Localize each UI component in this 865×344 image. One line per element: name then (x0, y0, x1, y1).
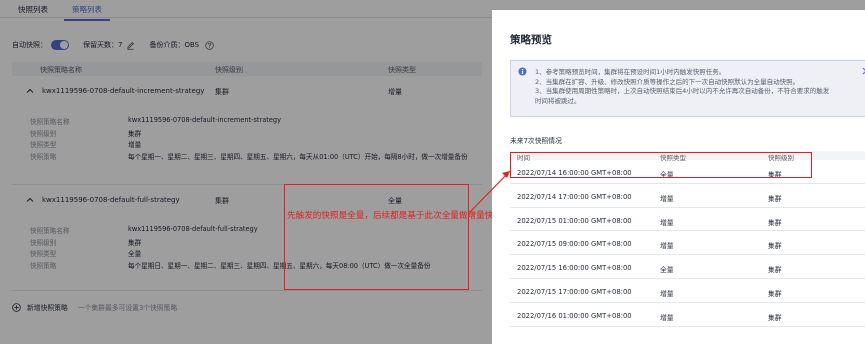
cell-time: 2022/07/15 17:00:00 GMT+08:00 (517, 287, 632, 296)
annotation-text: 先触发的快照是全量，后续都是基于此次全量做增量快照 (287, 211, 502, 221)
cell-level: 集群 (768, 266, 782, 275)
highlight-box (510, 152, 812, 178)
cell-time: 2022/07/14 17:00:00 GMT+08:00 (517, 192, 632, 201)
alert-line: 2、当集群在扩容、升级、修改快照介质等操作之后的下一次自动快照默认为全量自动快照… (535, 77, 800, 86)
alert-line: 3、当集群使用周期性策略时，上次自动快照结束后4小时以内不允许再次自动备份，不符… (535, 87, 830, 95)
cell-time: 2022/07/15 01:00:00 GMT+08:00 (517, 216, 632, 225)
alert-line: 时间将被跳过。 (535, 96, 581, 105)
annotation-box (284, 184, 469, 290)
cell-type: 全量 (660, 266, 674, 275)
cell-level: 集群 (768, 313, 782, 322)
cell-time: 2022/07/16 01:00:00 GMT+08:00 (517, 311, 632, 320)
cell-time: 2022/07/15 16:00:00 GMT+08:00 (517, 264, 632, 273)
cell-level: 集群 (768, 242, 782, 251)
cell-type: 增量 (660, 289, 674, 298)
info-icon (518, 67, 527, 76)
cell-type: 增量 (660, 218, 674, 227)
alert-lines: 1、参考策略预览时间，集群将在预设时间1小时内触发快照任务。 2、当集群在扩容、… (535, 68, 829, 106)
table-row: 2022/07/14 17:00:00 GMT+08:00 增量 集群 (510, 184, 865, 208)
info-alert: 1、参考策略预览时间，集群将在预设时间1小时内触发快照任务。 2、当集群在扩容、… (510, 60, 865, 117)
future-snapshots-title: 未来7次快照情况 (510, 137, 562, 145)
table-row: 2022/07/15 17:00:00 GMT+08:00 增量 集群 (510, 279, 865, 303)
drawer-title: 策略预览 (510, 34, 552, 46)
cell-level: 集群 (768, 289, 782, 298)
table-row: 2022/07/15 01:00:00 GMT+08:00 增量 集群 (510, 208, 865, 232)
cell-type: 增量 (660, 194, 674, 203)
cell-type: 增量 (660, 242, 674, 251)
table-row: 2022/07/15 16:00:00 GMT+08:00 全量 集群 (510, 255, 865, 279)
alert-line: 1、参考策略预览时间，集群将在预设时间1小时内触发快照任务。 (535, 68, 726, 76)
table-row: 2022/07/15 09:00:00 GMT+08:00 增量 集群 (510, 231, 865, 256)
cell-level: 集群 (768, 194, 782, 203)
cell-time: 2022/07/15 09:00:00 GMT+08:00 (517, 240, 632, 249)
table-row: 2022/07/16 01:00:00 GMT+08:00 增量 集群 (510, 303, 865, 327)
cell-level: 集群 (768, 218, 782, 227)
cell-type: 增量 (660, 313, 674, 322)
